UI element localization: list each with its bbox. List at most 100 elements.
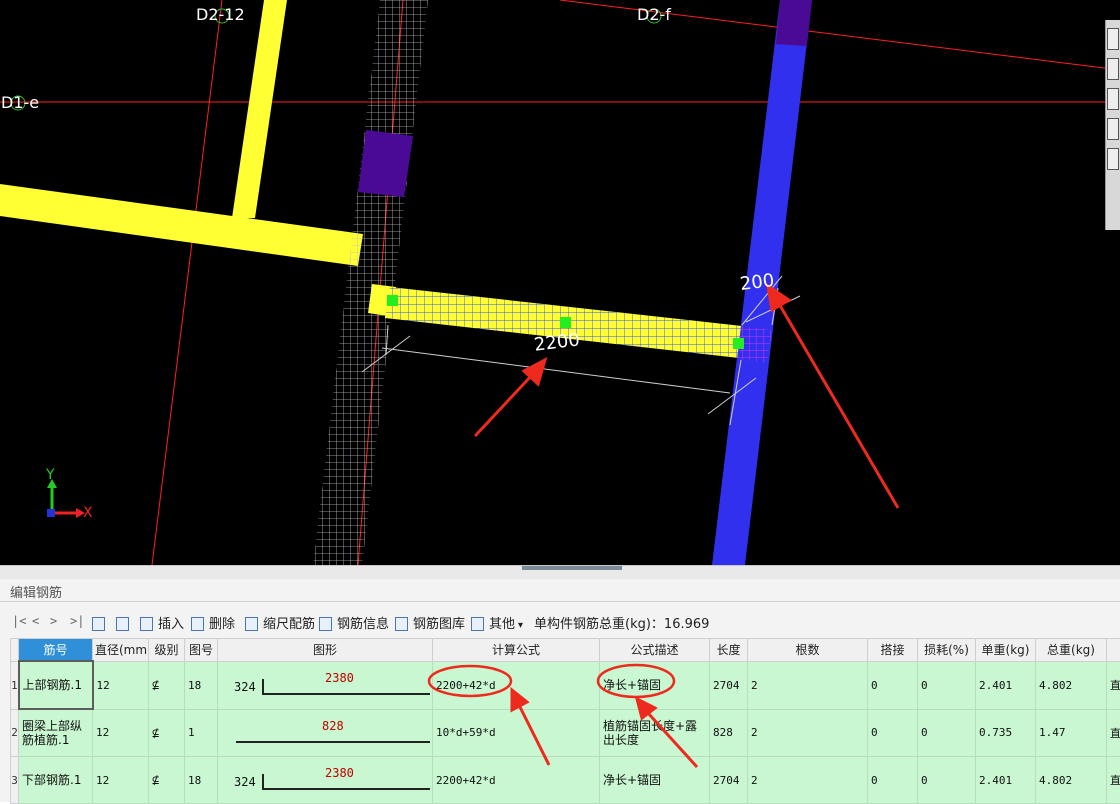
shape-cell[interactable]: 3242380 [218, 661, 433, 709]
move-down-button[interactable] [116, 614, 134, 636]
nav-last-button[interactable]: >| [70, 614, 84, 636]
loss-cell[interactable]: 0 [918, 709, 976, 757]
figure-no-cell-text: 18 [188, 679, 201, 692]
grade-cell-text: ⊈ [152, 726, 159, 740]
col-header-formula[interactable]: 计算公式 [433, 639, 600, 662]
col-header-grade[interactable]: 级别 [149, 639, 185, 662]
figure-no-cell[interactable]: 18 [185, 661, 218, 709]
row-number[interactable]: 2 [11, 709, 19, 757]
shape-drawing: 3242380 [218, 662, 432, 708]
description-cell[interactable]: 净长+锚固 [600, 757, 710, 804]
figure-no-cell[interactable]: 18 [185, 757, 218, 804]
description-cell[interactable]: 净长+锚固 [600, 661, 710, 709]
extra-cell[interactable]: 直 [1107, 709, 1120, 757]
description-cell[interactable]: 植筋锚固长度+露出长度 [600, 709, 710, 757]
table-row[interactable]: 1上部钢筋.112⊈1832423802200+42*d净长+锚固2704200… [11, 661, 1120, 709]
col-header-count[interactable]: 根数 [748, 639, 868, 662]
lap-cell[interactable]: 0 [868, 661, 918, 709]
lap-cell[interactable]: 0 [868, 709, 918, 757]
view-3d-icon[interactable] [1107, 88, 1119, 110]
col-header-total-weight[interactable]: 总重(kg) [1036, 639, 1107, 662]
total-weight-cell[interactable]: 4.802 [1036, 757, 1107, 804]
length-cell[interactable]: 828 [710, 709, 748, 757]
col-header-description[interactable]: 公式描述 [600, 639, 710, 662]
col-header-loss[interactable]: 损耗(%) [918, 639, 976, 662]
col-header-bar-number[interactable]: 筋号 [19, 639, 93, 662]
formula-cell[interactable]: 2200+42*d [433, 757, 600, 804]
grade-cell[interactable]: ⊈ [149, 661, 185, 709]
delete-icon [191, 617, 204, 631]
description-cell-text: 植筋锚固长度+露出长度 [603, 719, 697, 747]
rebar-info-button[interactable]: 钢筋信息 [319, 614, 389, 636]
col-header-unit-weight[interactable]: 单重(kg) [976, 639, 1036, 662]
col-header-shape[interactable]: 图形 [218, 639, 433, 662]
delete-button[interactable]: 删除 [191, 614, 235, 636]
row-number[interactable]: 1 [11, 661, 19, 709]
ucs-icon [47, 479, 85, 518]
bar-name-cell[interactable]: 下部钢筋.1 [19, 757, 93, 804]
table-row[interactable]: 2圈梁上部纵筋植筋.112⊈182810*d+59*d植筋锚固长度+露出长度82… [11, 709, 1120, 757]
lap-cell[interactable]: 0 [868, 757, 918, 804]
loss-cell[interactable]: 0 [918, 661, 976, 709]
grade-cell[interactable]: ⊈ [149, 709, 185, 757]
extra-cell-text: 直 [1110, 774, 1120, 787]
figure-no-cell[interactable]: 1 [185, 709, 218, 757]
insert-button[interactable]: 插入 [140, 614, 184, 636]
diameter-cell[interactable]: 12 [93, 757, 149, 804]
insert-icon [140, 617, 153, 631]
unit-weight-cell[interactable]: 0.735 [976, 709, 1036, 757]
nav-first-button[interactable]: |< [12, 614, 26, 636]
cad-drawing[interactable] [0, 0, 1120, 565]
total-weight-cell[interactable]: 1.47 [1036, 709, 1107, 757]
length-cell[interactable]: 2704 [710, 661, 748, 709]
diameter-cell[interactable]: 12 [93, 661, 149, 709]
view-rotate-icon[interactable] [1107, 118, 1119, 140]
total-weight-cell[interactable]: 4.802 [1036, 661, 1107, 709]
bar-name-cell[interactable]: 圈梁上部纵筋植筋.1 [19, 709, 93, 757]
extra-cell[interactable]: 直 [1107, 661, 1120, 709]
grade-cell[interactable]: ⊈ [149, 757, 185, 804]
col-header-extra[interactable] [1107, 639, 1120, 662]
col-header-length[interactable]: 长度 [710, 639, 748, 662]
cad-viewport[interactable]: D2-12 D2-f D1-e D 2200 200 Y X [0, 0, 1120, 565]
view-cube-icon[interactable] [1107, 28, 1119, 50]
length-cell[interactable]: 2704 [710, 757, 748, 804]
unit-weight-cell[interactable]: 2.401 [976, 757, 1036, 804]
loss-cell[interactable]: 0 [918, 757, 976, 804]
total-weight-cell-text: 1.47 [1039, 726, 1066, 739]
col-header-diameter[interactable]: 直径(mm) [93, 639, 149, 662]
axis-line-D2-12 [152, 0, 222, 565]
scale-rebar-button[interactable]: 缩尺配筋 [245, 614, 315, 636]
other-dropdown[interactable]: 其他▾ [471, 614, 523, 636]
panel-splitter[interactable] [0, 565, 1120, 580]
col-header-figure-no[interactable]: 图号 [185, 639, 218, 662]
formula-cell[interactable]: 2200+42*d [433, 661, 600, 709]
nav-prev-button[interactable]: < [32, 614, 39, 636]
table-header-row: 筋号 直径(mm) 级别 图号 图形 计算公式 公式描述 长度 根数 搭接 损耗… [11, 639, 1120, 662]
count-cell[interactable]: 2 [748, 661, 868, 709]
move-up-button[interactable] [92, 614, 110, 636]
shape-cell[interactable]: 3242380 [218, 757, 433, 804]
splitter-grip[interactable] [522, 566, 622, 570]
diameter-cell[interactable]: 12 [93, 709, 149, 757]
rebar-library-button[interactable]: 钢筋图库 [395, 614, 465, 636]
col-header-lap[interactable]: 搭接 [868, 639, 918, 662]
nav-next-button[interactable]: > [50, 614, 57, 636]
table-row[interactable]: 3下部钢筋.112⊈1832423802200+42*d净长+锚固 27042 0 0… [11, 757, 1120, 804]
description-cell-text: 净长+锚固 [603, 773, 661, 787]
row-number[interactable]: 3 [11, 757, 19, 804]
bar-name-cell[interactable]: 上部钢筋.1 [19, 661, 93, 709]
count-cell[interactable]: 2 [748, 757, 868, 804]
view-top-icon[interactable] [1107, 58, 1119, 80]
count-cell[interactable]: 2 [748, 709, 868, 757]
shape-hook-length: 324 [234, 775, 256, 789]
view-panel-icon[interactable] [1107, 148, 1119, 170]
figure-no-cell-text: 1 [188, 726, 195, 739]
dimension-end-label[interactable]: 200 [739, 270, 776, 295]
lap-cell-text: 0 [871, 774, 878, 787]
shape-cell[interactable]: 828 [218, 709, 433, 757]
extra-cell[interactable]: 直 [1107, 757, 1120, 804]
formula-cell[interactable]: 10*d+59*d [433, 709, 600, 757]
unit-weight-cell[interactable]: 2.401 [976, 661, 1036, 709]
count-cell-text: 2 [751, 774, 758, 787]
